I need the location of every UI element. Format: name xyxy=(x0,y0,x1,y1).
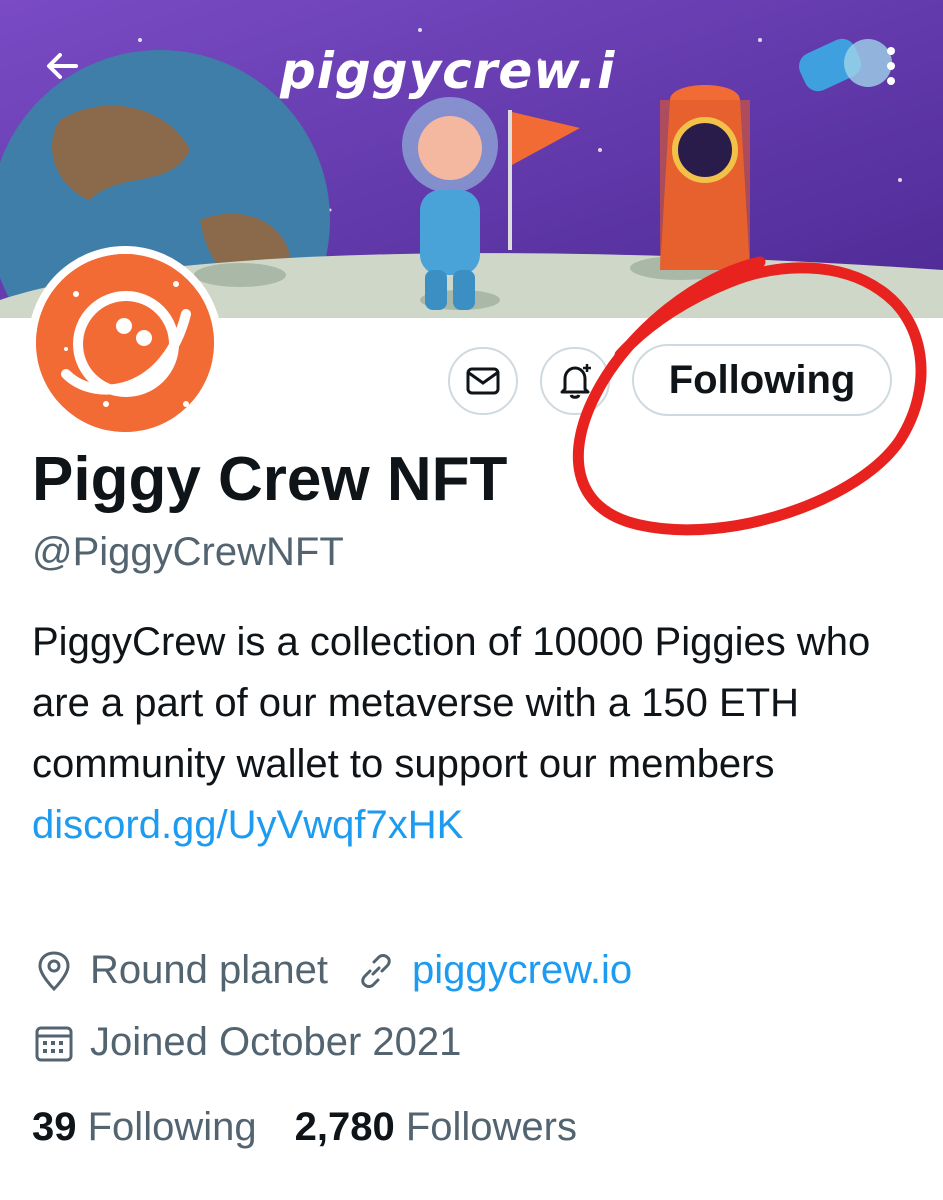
link-icon xyxy=(354,949,398,993)
followers-count-link[interactable]: 2,780 Followers xyxy=(295,1105,577,1150)
arrow-left-icon xyxy=(47,53,78,79)
calendar-icon xyxy=(32,1021,76,1065)
avatar-image xyxy=(36,254,214,432)
display-name: Piggy Crew NFT xyxy=(32,445,508,514)
profile-bio: PiggyCrew is a collection of 10000 Piggi… xyxy=(32,612,912,856)
profile-joined-date: Joined October 2021 xyxy=(90,1020,462,1064)
message-button[interactable] xyxy=(448,347,518,415)
follow-stats: 39 Following 2,780 Followers xyxy=(32,1105,615,1150)
profile-page: piggycrew.i Following Piggy Crew NFT @Pi… xyxy=(0,0,943,1200)
following-count-link[interactable]: 39 Following xyxy=(32,1105,257,1150)
profile-handle: @PiggyCrewNFT xyxy=(32,530,344,574)
bell-plus-icon xyxy=(560,364,591,399)
location-pin-icon xyxy=(32,949,76,993)
profile-meta-joined-row: Joined October 2021 xyxy=(32,1020,461,1065)
profile-meta-location-row: Round planet piggycrew.io xyxy=(32,948,632,993)
back-button[interactable] xyxy=(30,34,94,98)
bio-link[interactable]: discord.gg/​UyVwqf7xHK xyxy=(32,803,463,847)
following-count: 39 xyxy=(32,1105,77,1149)
more-vertical-icon xyxy=(887,47,895,85)
more-button[interactable] xyxy=(862,34,920,98)
bio-text: PiggyCrew is a collection of 10000 Piggi… xyxy=(32,620,871,786)
followers-label: Followers xyxy=(405,1105,577,1149)
banner-brand-text: piggycrew.i xyxy=(280,42,616,100)
envelope-icon xyxy=(466,367,500,395)
following-label: Following xyxy=(87,1105,257,1149)
avatar[interactable] xyxy=(28,246,222,440)
following-button[interactable]: Following xyxy=(632,344,892,416)
profile-location: Round planet xyxy=(90,948,328,992)
planet-logo-icon xyxy=(36,254,214,432)
profile-website-link[interactable]: piggycrew.io xyxy=(412,948,632,993)
followers-count: 2,780 xyxy=(294,1105,395,1149)
notify-button[interactable] xyxy=(540,347,610,415)
